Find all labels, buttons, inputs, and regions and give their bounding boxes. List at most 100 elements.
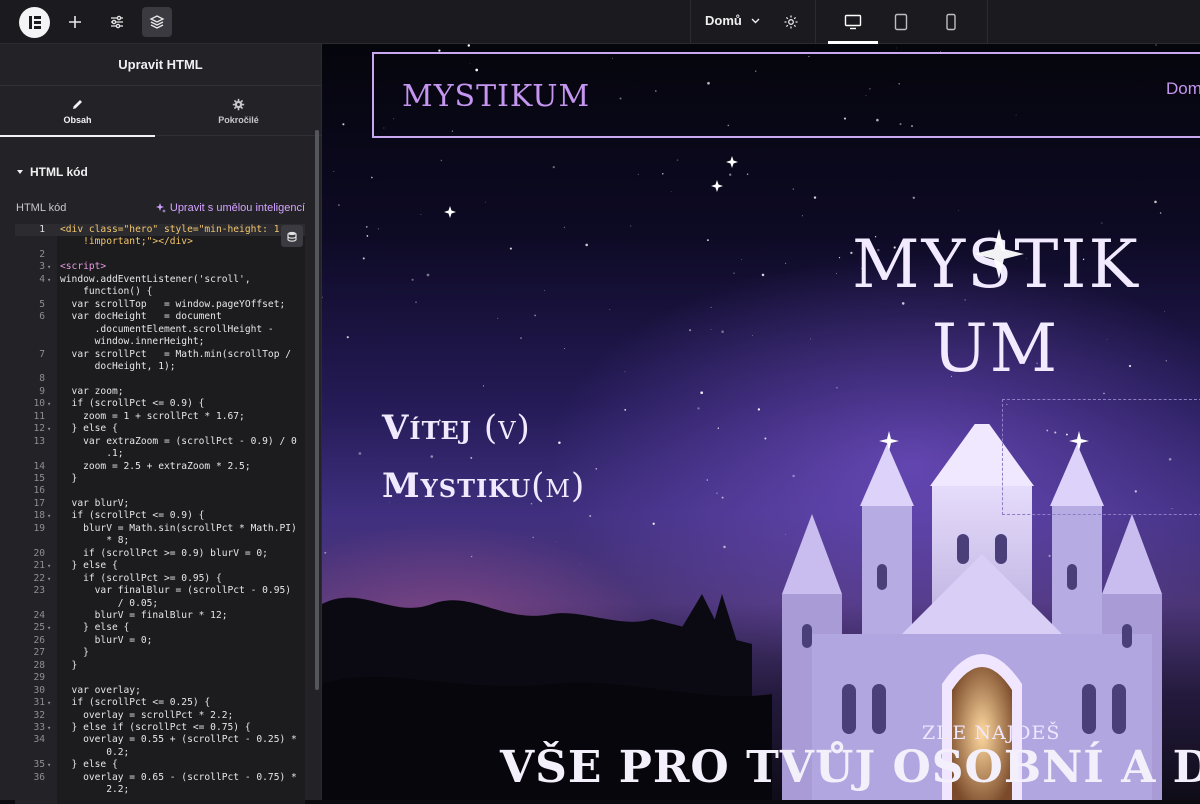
site-settings-icon[interactable] (102, 7, 132, 37)
code-line: docHeight, 1); (15, 361, 305, 373)
code-text: overlay = 0.65 - (scrollPct - 0.75) * (60, 771, 297, 783)
site-header: MYSTIKUM Domů (372, 52, 1200, 138)
tab-content[interactable]: Obsah (0, 86, 155, 137)
hero-word-vitej: Vítej (382, 408, 473, 448)
code-text: overlay = 0.55 + (scrollPct - 0.25) * (60, 734, 297, 746)
tab-advanced[interactable]: Pokročilé (161, 86, 316, 136)
line-number: 21 (33, 560, 45, 572)
fold-arrow-icon[interactable]: ▾ (47, 573, 51, 585)
hero-paren-m: (m) (531, 466, 586, 506)
fold-arrow-icon[interactable]: ▾ (47, 622, 51, 634)
fold-arrow-icon[interactable]: ▾ (47, 261, 51, 273)
page-selector-label: Domů (705, 13, 742, 28)
code-line: 35 ▾ } else { (15, 759, 305, 771)
code-text: * 8; (60, 535, 130, 547)
fold-arrow-icon[interactable]: ▾ (47, 560, 51, 572)
gear-icon (232, 98, 245, 110)
line-number: 10 (33, 398, 45, 410)
line-number: 19 (33, 522, 45, 534)
section-title: HTML kód (30, 165, 88, 179)
fold-arrow-icon[interactable]: ▾ (47, 759, 51, 771)
fold-arrow-icon[interactable]: ▾ (47, 510, 51, 522)
panel-title: Upravit HTML (0, 44, 321, 86)
svg-text:UM: UM (932, 310, 1059, 387)
page-settings-gear-icon[interactable] (776, 7, 806, 37)
elementor-logo-icon[interactable] (19, 7, 50, 38)
line-number: 14 (33, 460, 45, 472)
code-line: 10 ▾ if (scrollPct <= 0.9) { (15, 398, 305, 410)
html-code-label: HTML kód (16, 202, 67, 214)
tagline-big: VŠE PRO TVŮJ OSOBNÍ A DUCH (500, 742, 1200, 793)
line-number: 36 (33, 771, 45, 783)
code-text: var docHeight = document (60, 311, 222, 323)
hero-heading-line-2: Mystiku(m) (382, 457, 585, 515)
fold-arrow-icon[interactable]: ▾ (47, 697, 51, 709)
tablet-view-icon[interactable] (886, 7, 916, 37)
line-number: 32 (33, 709, 45, 721)
page-selector[interactable]: Domů (705, 13, 761, 28)
code-text: var extraZoom = (scrollPct - 0.9) / 0 (60, 435, 297, 447)
code-line: 2.2; (15, 784, 305, 796)
site-logo[interactable]: MYSTIKUM (402, 74, 602, 114)
code-text: overlay = scrollPct * 2.2; (60, 709, 234, 721)
code-line: 20 if (scrollPct >= 0.9) blurV = 0; (15, 548, 305, 560)
code-line: 18 ▾ if (scrollPct <= 0.9) { (15, 510, 305, 522)
nav-link-home[interactable]: Domů (1166, 79, 1200, 99)
mobile-view-icon[interactable] (936, 7, 966, 37)
code-text: <div class="hero" style="min-height: 1 (60, 224, 280, 235)
code-line: 15 } (15, 473, 305, 485)
topbar-divider (690, 0, 691, 44)
code-line: 28 } (15, 660, 305, 672)
line-number: 11 (33, 410, 45, 422)
add-element-icon[interactable] (60, 7, 90, 37)
site-preview-canvas[interactable]: MYSTIKUM Domů MYSTIK UM Vítej (v) Mystik… (322, 44, 1200, 800)
dynamic-tags-icon[interactable] (281, 225, 303, 247)
code-line: 14 zoom = 2.5 + extraZoom * 2.5; (15, 461, 305, 473)
code-line: 23 var finalBlur = (scrollPct - 0.95) (15, 585, 305, 597)
code-text: <script> (60, 261, 107, 273)
line-number: 26 (33, 634, 45, 646)
code-line: 22 ▾ if (scrollPct >= 0.95) { (15, 573, 305, 585)
line-number: 25 (33, 622, 45, 634)
code-line: 16 (15, 485, 305, 497)
line-number: 28 (33, 659, 45, 671)
desktop-view-icon[interactable] (838, 7, 868, 37)
code-line: 34 overlay = 0.55 + (scrollPct - 0.25) * (15, 734, 305, 746)
fold-arrow-icon[interactable]: ▾ (47, 722, 51, 734)
code-line: 25 ▾ } else { (15, 622, 305, 634)
section-toggle-html-code[interactable]: HTML kód (16, 165, 88, 179)
fold-arrow-icon[interactable]: ▾ (47, 423, 51, 435)
line-number: 16 (33, 485, 45, 497)
code-line: 13 var extraZoom = (scrollPct - 0.9) / 0 (15, 436, 305, 448)
fold-arrow-icon[interactable]: ▾ (47, 274, 51, 286)
line-number: 20 (33, 547, 45, 559)
code-text: docHeight, 1); (60, 360, 176, 372)
line-number: 29 (33, 672, 45, 684)
topbar-divider (987, 0, 988, 44)
pencil-icon (73, 99, 82, 109)
active-tab-indicator (0, 135, 155, 137)
code-text: var blurV; (60, 497, 130, 509)
code-line: .documentElement.scrollHeight - (15, 324, 305, 336)
fold-arrow-icon[interactable]: ▾ (47, 398, 51, 410)
code-text: !important;"></div> (60, 236, 193, 248)
tab-advanced-label: Pokročilé (218, 114, 259, 125)
code-line: 19 blurV = Math.sin(scrollPct * Math.PI) (15, 523, 305, 535)
code-text: window.addEventListener('scroll', (60, 273, 251, 285)
code-text: } else { (60, 423, 118, 435)
code-text: } (60, 647, 89, 659)
code-line: 9 var zoom; (15, 386, 305, 398)
code-text: zoom = 1 + scrollPct * 1.67; (60, 410, 245, 422)
code-text: 0.2; (60, 746, 130, 758)
structure-layers-icon[interactable] (142, 7, 172, 37)
code-line: 24 blurV = finalBlur * 12; (15, 610, 305, 622)
html-code-editor[interactable]: 1 <div class="hero" style="min-height: 1 … (15, 224, 305, 804)
edit-with-ai-link[interactable]: Upravit s umělou inteligencí (155, 202, 305, 214)
line-number: 17 (33, 497, 45, 509)
panel-scrollbar[interactable] (315, 130, 319, 690)
code-text: var overlay; (60, 684, 141, 696)
line-number: 22 (33, 572, 45, 584)
code-text: function() { (60, 286, 153, 298)
edit-with-ai-label: Upravit s umělou inteligencí (169, 202, 305, 214)
code-text: / 0.05; (60, 597, 159, 609)
